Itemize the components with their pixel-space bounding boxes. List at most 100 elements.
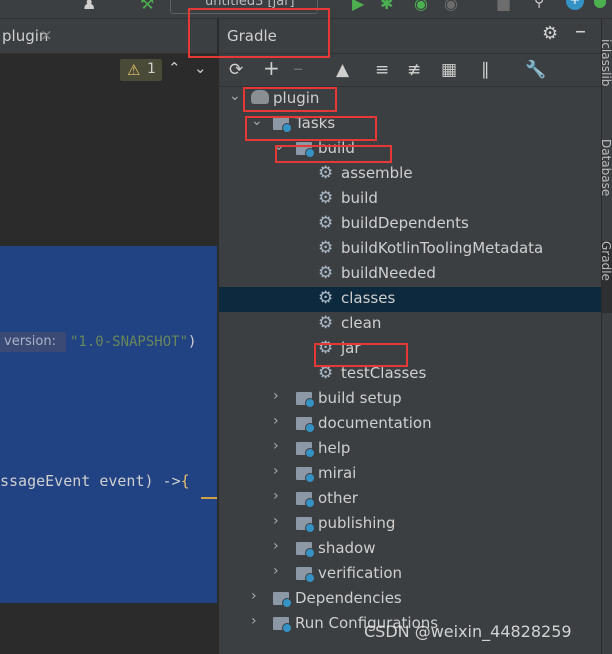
task-build-needed[interactable]: ⚙ buildNeeded <box>219 262 601 287</box>
chevron-right-icon[interactable]: › <box>273 538 285 554</box>
warning-count: 1 <box>147 61 156 77</box>
group-publishing[interactable]: › publishing <box>219 512 601 537</box>
collapse-all-icon[interactable]: ≢ <box>407 60 421 80</box>
task-folder-icon <box>296 417 315 433</box>
chevron-right-icon[interactable]: › <box>273 463 285 479</box>
chevron-right-icon[interactable]: › <box>273 413 285 429</box>
gradle-tool-window: Gradle ⚙ – ⟳ + – ▲ ≡ ≢ ▦ ∥ 🔧 ⌄ plugin ⌄ … <box>218 19 601 654</box>
hammer-icon[interactable]: ⚒ <box>140 0 154 13</box>
tree-label: Dependencies <box>295 589 402 607</box>
group-other[interactable]: › other <box>219 487 601 512</box>
warning-badge[interactable]: ⚠ 1 <box>120 59 162 81</box>
gear-icon[interactable]: ⚙ <box>542 23 558 44</box>
task-build-dependents[interactable]: ⚙ buildDependents <box>219 212 601 237</box>
group-modules-icon[interactable]: ▦ <box>441 60 457 80</box>
group-build-setup[interactable]: › build setup <box>219 387 601 412</box>
chevron-right-icon[interactable]: › <box>273 563 285 579</box>
chevron-right-icon[interactable]: › <box>251 588 263 604</box>
group-label: shadow <box>318 539 376 557</box>
warning-icon: ⚠ <box>127 61 141 79</box>
tree-node-dependencies[interactable]: › Dependencies <box>219 587 601 612</box>
profile-icon[interactable]: ◉ <box>444 0 458 13</box>
group-mirai[interactable]: › mirai <box>219 462 601 487</box>
task-assemble[interactable]: ⚙ assemble <box>219 162 601 187</box>
chevron-down-icon[interactable]: ⌄ <box>194 59 207 77</box>
chevron-down-icon[interactable]: ⌄ <box>229 88 241 104</box>
task-label: buildNeeded <box>341 264 436 282</box>
group-shadow[interactable]: › shadow <box>219 537 601 562</box>
execute-task-icon[interactable]: ▲ <box>336 60 349 80</box>
group-documentation[interactable]: › documentation <box>219 412 601 437</box>
gradle-toolbar: ⟳ + – ▲ ≡ ≢ ▦ ∥ 🔧 <box>219 54 601 87</box>
offline-mode-icon[interactable]: ∥ <box>481 60 490 80</box>
group-help[interactable]: › help <box>219 437 601 462</box>
chevron-right-icon[interactable]: › <box>273 388 285 404</box>
run-icon[interactable]: ▶ <box>352 0 364 13</box>
code-line: ssageEvent event) ->{ <box>0 471 190 491</box>
remove-icon[interactable]: – <box>293 58 303 78</box>
close-paren: ) <box>188 334 197 350</box>
right-tool-strip: jclasslib Database Gradle <box>601 19 612 654</box>
open-brace: { <box>180 472 190 490</box>
close-icon[interactable]: × <box>40 26 53 44</box>
task-folder-icon <box>296 442 315 458</box>
task-folder-icon <box>296 467 315 483</box>
wrench-icon[interactable]: 🔧 <box>525 60 546 80</box>
task-build[interactable]: ⚙ build <box>219 187 601 212</box>
group-label: other <box>318 489 358 507</box>
task-folder-icon <box>296 567 315 583</box>
text-selection <box>0 246 217 603</box>
task-classes[interactable]: ⚙ classes <box>219 287 601 312</box>
task-test-classes[interactable]: ⚙ testClasses <box>219 362 601 387</box>
chevron-right-icon[interactable]: › <box>273 438 285 454</box>
minimize-icon[interactable]: – <box>575 19 586 44</box>
gear-icon: ⚙ <box>318 213 334 233</box>
task-clean[interactable]: ⚙ clean <box>219 312 601 337</box>
user-icon[interactable]: ♟ <box>82 0 96 13</box>
task-build-kotlin-tooling-metadata[interactable]: ⚙ buildKotlinToolingMetadata <box>219 237 601 262</box>
chevron-right-icon[interactable]: › <box>273 513 285 529</box>
tab-jclasslib[interactable]: jclasslib <box>602 39 612 119</box>
group-label: documentation <box>318 414 432 432</box>
gear-icon: ⚙ <box>318 238 334 258</box>
stop-icon[interactable]: ■ <box>496 0 511 13</box>
search-icon[interactable]: ⚲ <box>534 0 544 10</box>
code-string: "1.0-SNAPSHOT") <box>70 332 196 352</box>
group-label: publishing <box>318 514 396 532</box>
task-label: buildKotlinToolingMetadata <box>341 239 544 257</box>
task-folder-icon <box>296 492 315 508</box>
editor-tab-bar: plugin × <box>0 19 217 54</box>
highlight-box-build <box>275 145 392 163</box>
code-editor[interactable]: plugin × ⚠ 1 ⌃ ⌄ version: "1.0-SNAPSHOT"… <box>0 19 217 654</box>
gear-icon: ⚙ <box>318 188 334 208</box>
reload-icon[interactable]: ⟳ <box>229 60 243 80</box>
task-folder-icon <box>296 517 315 533</box>
coverage-icon[interactable]: ◉ <box>414 0 428 13</box>
group-label: help <box>318 439 351 457</box>
tab-database[interactable]: Database <box>602 139 612 229</box>
group-verification[interactable]: › verification <box>219 562 601 587</box>
tab-gradle[interactable]: Gradle <box>602 241 612 313</box>
highlight-box-jar <box>314 343 408 367</box>
highlight-box-plugin <box>243 87 337 112</box>
task-jar[interactable]: ⚙ jar <box>219 337 601 362</box>
chevron-up-icon[interactable]: ⌃ <box>168 59 181 77</box>
update-icon[interactable]: + <box>566 0 584 10</box>
task-label: buildDependents <box>341 214 469 232</box>
brace-match-marker <box>201 497 217 499</box>
expand-all-icon[interactable]: ≡ <box>375 60 389 80</box>
task-label: classes <box>341 289 396 307</box>
chevron-right-icon[interactable]: › <box>273 488 285 504</box>
highlight-box-gradle-title <box>188 8 330 58</box>
debug-icon[interactable]: ✱ <box>380 0 393 13</box>
chevron-right-icon[interactable]: › <box>251 613 263 629</box>
group-label: mirai <box>318 464 357 482</box>
gear-icon: ⚙ <box>318 263 334 283</box>
highlight-box-tasks <box>245 116 377 141</box>
parameter-hint: version: <box>0 332 66 352</box>
group-label: verification <box>318 564 403 582</box>
gear-icon: ⚙ <box>318 288 334 308</box>
add-icon[interactable]: + <box>263 58 280 78</box>
shield-icon[interactable] <box>594 0 606 8</box>
group-label: build setup <box>318 389 402 407</box>
